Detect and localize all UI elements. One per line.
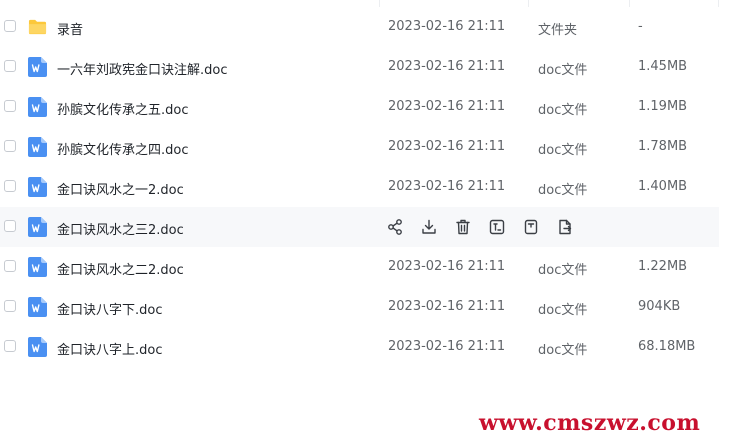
file-row[interactable]: 孙膑文化传承之四.doc 2023-02-16 21:11 doc文件 1.78… bbox=[0, 127, 719, 167]
word-doc-icon bbox=[28, 177, 47, 197]
file-date: 2023-02-16 21:11 bbox=[388, 259, 506, 274]
file-size: 1.19MB bbox=[638, 99, 688, 114]
file-size: - bbox=[638, 19, 643, 34]
file-name[interactable]: 金口诀风水之二2.doc bbox=[57, 259, 184, 278]
file-row[interactable]: 金口诀八字上.doc 2023-02-16 21:11 doc文件 68.18M… bbox=[0, 327, 719, 367]
file-type: 文件夹 bbox=[538, 23, 578, 38]
folder-icon bbox=[28, 19, 47, 35]
file-name[interactable]: 金口诀风水之一2.doc bbox=[57, 179, 184, 198]
file-row[interactable]: 金口诀风水之二2.doc 2023-02-16 21:11 doc文件 1.22… bbox=[0, 247, 719, 287]
row-checkbox[interactable] bbox=[4, 340, 16, 352]
column-divider bbox=[718, 0, 719, 7]
file-size: 1.40MB bbox=[638, 179, 688, 194]
column-divider bbox=[629, 0, 630, 7]
file-size: 68.18MB bbox=[638, 339, 696, 354]
watermark-text: www.cmszwz.com bbox=[479, 410, 701, 436]
share-icon[interactable] bbox=[386, 218, 404, 236]
file-name[interactable]: 孙膑文化传承之四.doc bbox=[57, 139, 189, 158]
word-doc-icon bbox=[28, 137, 47, 157]
file-type: doc文件 bbox=[538, 143, 588, 158]
file-date: 2023-02-16 21:11 bbox=[388, 139, 506, 154]
file-type: doc文件 bbox=[538, 303, 588, 318]
row-checkbox[interactable] bbox=[4, 220, 16, 232]
file-date: 2023-02-16 21:11 bbox=[388, 99, 506, 114]
file-name[interactable]: 金口诀风水之三2.doc bbox=[57, 219, 184, 238]
file-type: doc文件 bbox=[538, 63, 588, 78]
file-type: doc文件 bbox=[538, 183, 588, 198]
file-date: 2023-02-16 21:11 bbox=[388, 299, 506, 314]
file-type: doc文件 bbox=[538, 343, 588, 358]
word-doc-icon bbox=[28, 257, 47, 277]
word-doc-icon bbox=[28, 57, 47, 77]
move-icon[interactable] bbox=[522, 218, 540, 236]
file-row-hovered[interactable]: 金口诀风水之三2.doc bbox=[0, 207, 719, 247]
file-date: 2023-02-16 21:11 bbox=[388, 19, 506, 34]
file-type: doc文件 bbox=[538, 263, 588, 278]
file-date: 2023-02-16 21:11 bbox=[388, 179, 506, 194]
file-name[interactable]: 一六年刘政宪金口诀注解.doc bbox=[57, 59, 228, 78]
word-doc-icon bbox=[28, 217, 47, 237]
row-checkbox[interactable] bbox=[4, 260, 16, 272]
file-row[interactable]: 录音 2023-02-16 21:11 文件夹 - bbox=[0, 7, 719, 47]
download-icon[interactable] bbox=[420, 218, 438, 236]
file-name[interactable]: 金口诀八字下.doc bbox=[57, 299, 163, 318]
file-type: doc文件 bbox=[538, 103, 588, 118]
delete-icon[interactable] bbox=[454, 218, 472, 236]
word-doc-icon bbox=[28, 337, 47, 357]
file-name[interactable]: 孙膑文化传承之五.doc bbox=[57, 99, 189, 118]
row-checkbox[interactable] bbox=[4, 140, 16, 152]
word-doc-icon bbox=[28, 97, 47, 117]
row-checkbox[interactable] bbox=[4, 180, 16, 192]
copy-icon[interactable] bbox=[556, 218, 574, 236]
file-row[interactable]: 金口诀八字下.doc 2023-02-16 21:11 doc文件 904KB bbox=[0, 287, 719, 327]
file-name[interactable]: 录音 bbox=[57, 19, 83, 38]
file-list: 录音 2023-02-16 21:11 文件夹 - 一六年刘政宪金口诀注解.do… bbox=[0, 7, 730, 367]
column-divider bbox=[379, 0, 380, 7]
file-size: 1.78MB bbox=[638, 139, 688, 154]
file-size: 904KB bbox=[638, 299, 681, 314]
file-row[interactable]: 金口诀风水之一2.doc 2023-02-16 21:11 doc文件 1.40… bbox=[0, 167, 719, 207]
file-row[interactable]: 孙膑文化传承之五.doc 2023-02-16 21:11 doc文件 1.19… bbox=[0, 87, 719, 127]
word-doc-icon bbox=[28, 297, 47, 317]
row-checkbox[interactable] bbox=[4, 20, 16, 32]
file-size: 1.45MB bbox=[638, 59, 688, 74]
row-checkbox[interactable] bbox=[4, 100, 16, 112]
file-name[interactable]: 金口诀八字上.doc bbox=[57, 339, 163, 358]
column-divider bbox=[528, 0, 529, 7]
row-checkbox[interactable] bbox=[4, 300, 16, 312]
file-date: 2023-02-16 21:11 bbox=[388, 339, 506, 354]
rename-icon[interactable] bbox=[488, 218, 506, 236]
file-row[interactable]: 一六年刘政宪金口诀注解.doc 2023-02-16 21:11 doc文件 1… bbox=[0, 47, 719, 87]
file-date: 2023-02-16 21:11 bbox=[388, 59, 506, 74]
file-size: 1.22MB bbox=[638, 259, 688, 274]
row-checkbox[interactable] bbox=[4, 60, 16, 72]
